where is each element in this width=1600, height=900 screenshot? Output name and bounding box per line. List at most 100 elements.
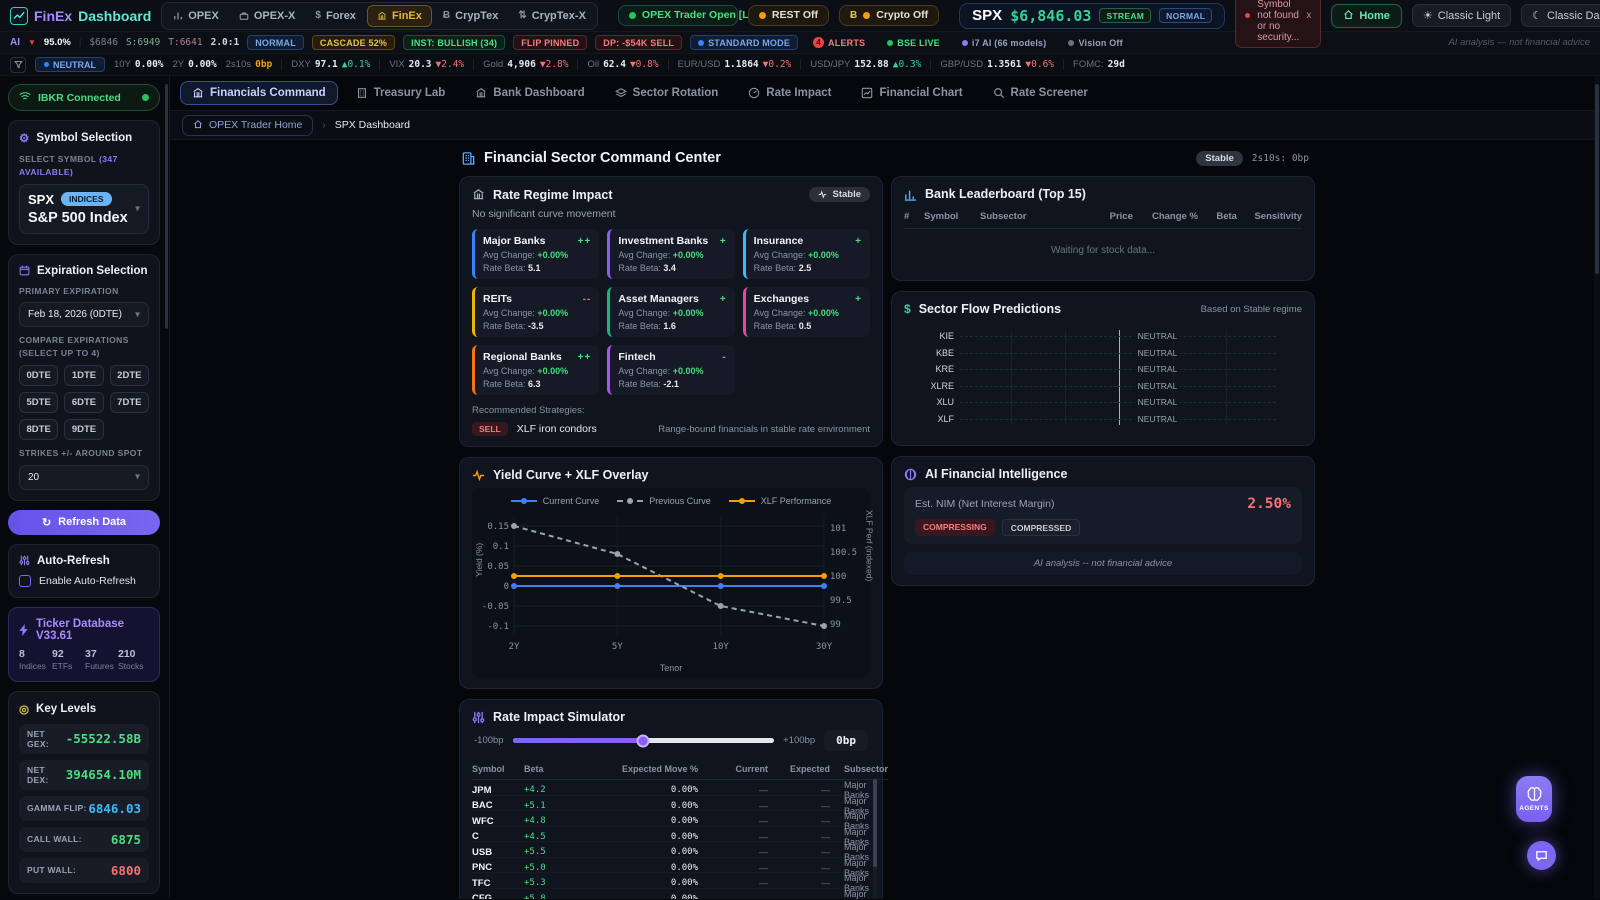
cascade-badge[interactable]: CASCADE 52%: [312, 35, 395, 50]
cell-current: —: [698, 878, 768, 888]
table-row[interactable]: TFC+5.30.00%——Major Banks: [472, 873, 870, 889]
cell-move: 0.00%: [582, 801, 698, 811]
sector-trend: --: [583, 294, 592, 305]
alerts-badge[interactable]: 4ALERTS: [806, 36, 872, 50]
key-level-put-wall: PUT WALL:6800: [19, 858, 149, 883]
theme-light-button[interactable]: ☀Classic Light: [1412, 4, 1511, 27]
tab-bank-dashboard[interactable]: Bank Dashboard: [463, 81, 596, 105]
agents-button[interactable]: AGENTS: [1516, 776, 1552, 822]
crypto-status-pill[interactable]: ɃCrypto Off: [839, 5, 939, 26]
legend-previous-curve[interactable]: Previous Curve: [617, 496, 711, 506]
toast-close-icon[interactable]: x: [1306, 10, 1311, 21]
nav-cryptex-x[interactable]: ⇅CrypTex-X: [509, 6, 595, 26]
refresh-icon: ↻: [42, 516, 51, 529]
avg-value: +0.00%: [673, 366, 704, 376]
table-row[interactable]: USB+5.50.00%——Major Banks: [472, 842, 870, 858]
sector-trend: -: [722, 352, 726, 363]
panel-header: Rate Impact Simulator: [472, 710, 870, 724]
tab-financials-command[interactable]: Financials Command: [180, 81, 338, 105]
sector-card-major-banks[interactable]: Major Banks++ Avg Change: +0.00% Rate Be…: [472, 229, 599, 279]
vision-indicator[interactable]: Vision Off: [1061, 36, 1129, 49]
primary-expiration-select[interactable]: Feb 18, 2026 (0DTE)▾: [19, 302, 149, 327]
rest-status-pill[interactable]: REST Off: [748, 5, 829, 26]
col-change: Change %: [1133, 211, 1198, 222]
table-row[interactable]: JPM+4.20.00%——Major Banks: [472, 780, 870, 796]
svg-text:5Y: 5Y: [612, 642, 623, 652]
breadcrumb-home-link[interactable]: OPEX Trader Home: [182, 115, 313, 136]
legend-current-curve[interactable]: Current Curve: [511, 496, 600, 506]
sector-card-fintech[interactable]: Fintech- Avg Change: +0.00% Rate Beta: -…: [607, 345, 734, 395]
col-symbol: Symbol: [472, 761, 524, 780]
dte-button-1dte[interactable]: 1DTE: [64, 365, 103, 386]
dte-button-9dte[interactable]: 9DTE: [64, 419, 103, 440]
mode-badge[interactable]: STANDARD MODE: [690, 35, 798, 50]
slider-thumb[interactable]: [637, 734, 650, 747]
sector-card-investment-banks[interactable]: Investment Banks+ Avg Change: +0.00% Rat…: [607, 229, 734, 279]
tab-treasury-lab[interactable]: Treasury Lab: [344, 81, 458, 105]
sector-card-insurance[interactable]: Insurance+ Avg Change: +0.00% Rate Beta:…: [743, 229, 870, 279]
cell-beta: +5.0: [524, 863, 582, 873]
symbol-select[interactable]: SPX INDICES S&P 500 Index ▾: [19, 184, 149, 234]
normal-badge[interactable]: NORMAL: [247, 35, 304, 50]
rate-slider[interactable]: [513, 738, 775, 743]
table-row[interactable]: PNC+5.00.00%——Major Banks: [472, 858, 870, 874]
level-value: 6846.03: [88, 801, 141, 816]
ticker-label: USD/JPY: [810, 59, 850, 70]
home-button[interactable]: Home: [1331, 4, 1402, 28]
dte-button-8dte[interactable]: 8DTE: [19, 419, 58, 440]
tab-rate-screener[interactable]: Rate Screener: [981, 81, 1100, 105]
ticker-label: GBP/USD: [940, 59, 983, 70]
bitcoin-icon: Ƀ: [443, 10, 450, 21]
dte-button-0dte[interactable]: 0DTE: [19, 365, 58, 386]
bse-label: BSE LIVE: [897, 38, 940, 48]
flow-label: XLRE: [908, 381, 960, 391]
dp-badge[interactable]: DP: -$54K SELL: [595, 35, 682, 50]
ticker-value: 29d: [1108, 59, 1125, 70]
gear-icon: ⚙: [19, 131, 29, 145]
flip-badge[interactable]: FLIP PINNED: [513, 35, 587, 50]
theme-dark-button[interactable]: ☾Classic Dark: [1521, 4, 1600, 27]
table-row[interactable]: CFG+5.80.00%——Major Banks: [472, 889, 870, 900]
table-row[interactable]: C+4.50.00%——Major Banks: [472, 827, 870, 843]
sidebar-scrollbar[interactable]: [165, 84, 168, 329]
table-row[interactable]: BAC+5.10.00%——Major Banks: [472, 796, 870, 812]
tab-rate-impact[interactable]: Rate Impact: [736, 81, 843, 105]
refresh-data-button[interactable]: ↻ Refresh Data: [8, 510, 160, 535]
nav-cryptex[interactable]: ɃCrypTex: [434, 6, 507, 26]
trader-status-pill[interactable]: OPEX Trader Open [LIVE]: [618, 5, 738, 26]
filter-icon[interactable]: [10, 57, 26, 73]
stat-value: 210: [118, 648, 149, 660]
tab-sector-rotation[interactable]: Sector Rotation: [603, 81, 731, 105]
nav-opex[interactable]: OPEX: [164, 6, 228, 26]
bse-live-indicator: BSE LIVE: [880, 36, 947, 49]
sector-card-asset-managers[interactable]: Asset Managers+ Avg Change: +0.00% Rate …: [607, 287, 734, 337]
dte-button-5dte[interactable]: 5DTE: [19, 392, 58, 413]
ticker-value: 97.1: [315, 59, 338, 70]
layers-icon: [615, 87, 627, 99]
tab-financial-chart[interactable]: Financial Chart: [849, 81, 974, 105]
legend-xlf-performance[interactable]: XLF Performance: [729, 496, 832, 506]
chat-button[interactable]: [1527, 841, 1556, 870]
nav-finex[interactable]: FinEx: [367, 5, 432, 27]
strikes-select[interactable]: 20▾: [19, 465, 149, 490]
inst-badge[interactable]: INST: BULLISH (34): [403, 35, 505, 50]
table-row[interactable]: WFC+4.80.00%——Major Banks: [472, 811, 870, 827]
page-scrollbar[interactable]: [1594, 76, 1600, 899]
dte-button-2dte[interactable]: 2DTE: [110, 365, 149, 386]
sector-card-regional-banks[interactable]: Regional Banks++ Avg Change: +0.00% Rate…: [472, 345, 599, 395]
nav-forex[interactable]: $Forex: [306, 6, 365, 26]
dte-button-7dte[interactable]: 7DTE: [110, 392, 149, 413]
cell-symbol: WFC: [472, 816, 524, 827]
scrollbar-thumb[interactable]: [1595, 84, 1599, 274]
sector-card-exchanges[interactable]: Exchanges+ Avg Change: +0.00% Rate Beta:…: [743, 287, 870, 337]
nav-opex-x[interactable]: OPEX-X: [230, 6, 305, 26]
sector-card-reits[interactable]: REITs-- Avg Change: +0.00% Rate Beta: -3…: [472, 287, 599, 337]
section-tabs: Financials Command Treasury Lab Bank Das…: [170, 76, 1600, 110]
dte-button-6dte[interactable]: 6DTE: [64, 392, 103, 413]
cell-beta: +4.5: [524, 832, 582, 842]
table-scrollbar[interactable]: [873, 779, 877, 899]
stat-value: 8: [19, 648, 50, 660]
scrollbar-thumb[interactable]: [873, 779, 877, 867]
slider-min-label: -100bp: [474, 735, 504, 746]
auto-refresh-checkbox[interactable]: [19, 575, 31, 587]
